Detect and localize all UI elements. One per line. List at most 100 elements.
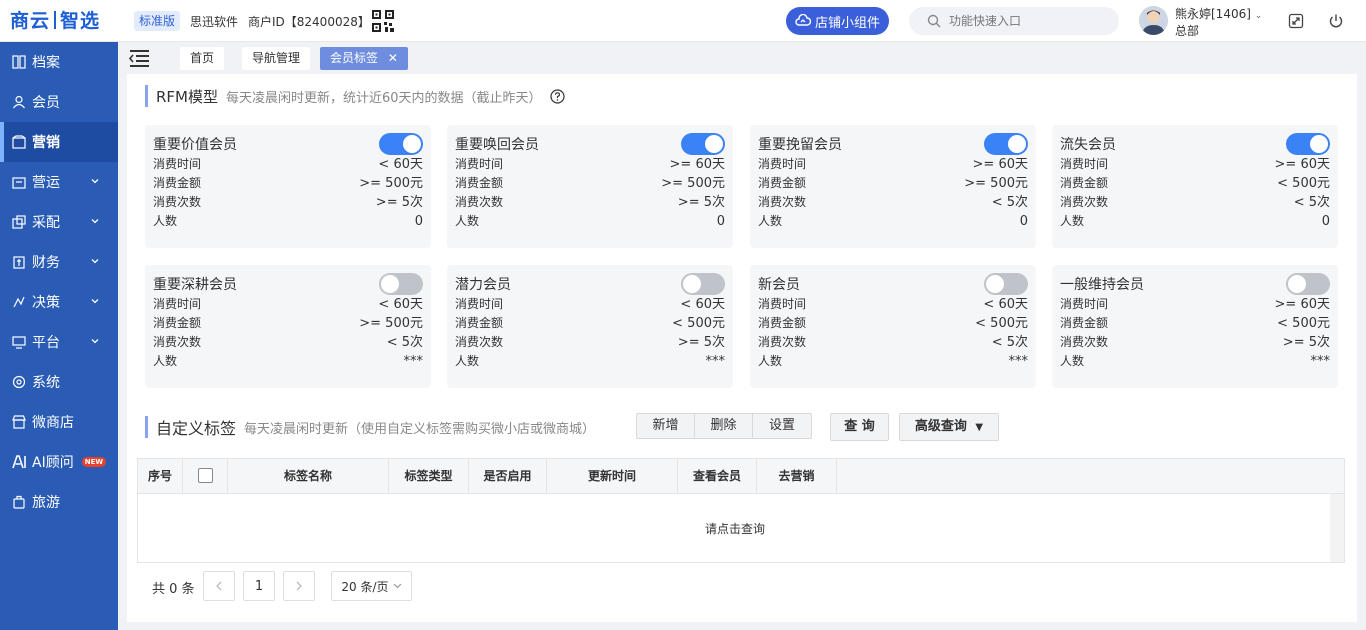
- sidebar-item-purchase[interactable]: 采配: [0, 202, 118, 242]
- query-button[interactable]: 查 询: [830, 413, 889, 441]
- caret-down-icon: ▼: [975, 422, 984, 433]
- sidebar-item-label: 平台: [32, 335, 60, 351]
- card-row: 消费时间 >= 60天: [455, 155, 725, 174]
- page-size-select[interactable]: 20 条/页: [331, 571, 412, 601]
- col-tag-name[interactable]: 标签名称: [228, 459, 389, 493]
- enable-toggle[interactable]: [1286, 133, 1330, 155]
- sidebar-item-label: 营运: [32, 175, 60, 191]
- add-button[interactable]: 新增: [637, 414, 695, 438]
- delete-button[interactable]: 删除: [695, 414, 753, 438]
- logo[interactable]: 商云 智选: [10, 8, 100, 34]
- user-name[interactable]: 熊永婷[1406] ⌄: [1175, 5, 1262, 22]
- card-row: 人数 ***: [1060, 352, 1330, 371]
- shop-widget-button[interactable]: 店铺小组件: [786, 7, 889, 35]
- row-label: 消费金额: [1060, 316, 1109, 330]
- card-row: 消费金额 < 500元: [1060, 314, 1330, 333]
- sidebar-item-member[interactable]: 会员: [0, 82, 118, 122]
- menu-collapse-icon[interactable]: [128, 49, 150, 67]
- sidebar-item-marketing[interactable]: 营销: [0, 122, 118, 162]
- sidebar-item-label: 档案: [32, 55, 60, 71]
- rfm-card: 潜力会员 消费时间 < 60天 消费金额 < 500元 消费次数 >= 5次 人数 **…: [447, 265, 733, 388]
- col-index: 序号: [138, 459, 183, 493]
- search-icon: [927, 14, 941, 28]
- row-label: 消费时间: [1060, 157, 1109, 171]
- row-value: < 5次: [991, 335, 1028, 350]
- sidebar-item-ai[interactable]: AI顾问 NEW: [0, 442, 118, 482]
- prev-page-button[interactable]: [203, 571, 235, 601]
- rfm-card: 重要价值会员 消费时间 < 60天 消费金额 >= 500元 消费次数 >= 5次 人…: [145, 125, 431, 248]
- fullscreen-icon[interactable]: [1288, 13, 1304, 29]
- section-accent-bar: [145, 85, 148, 107]
- row-label: 消费金额: [758, 316, 807, 330]
- sidebar-item-label: 决策: [32, 295, 60, 311]
- avatar-image: [1139, 6, 1168, 35]
- card-row: 消费次数 < 5次: [758, 193, 1028, 212]
- enable-toggle[interactable]: [379, 133, 423, 155]
- total-count: 共 0 条: [152, 578, 195, 597]
- row-value: >= 500元: [359, 176, 423, 191]
- power-icon[interactable]: [1328, 13, 1344, 29]
- qr-code-icon[interactable]: [372, 10, 394, 32]
- settings-button[interactable]: 设置: [753, 414, 811, 438]
- enable-toggle[interactable]: [984, 273, 1028, 295]
- vertical-scrollbar[interactable]: [1330, 494, 1344, 562]
- avatar[interactable]: [1139, 6, 1168, 35]
- logo-right: 智选: [60, 10, 101, 32]
- close-icon[interactable]: ✕: [388, 51, 398, 65]
- enable-toggle[interactable]: [1286, 273, 1330, 295]
- sidebar-item-travel[interactable]: 旅游: [0, 482, 118, 522]
- card-row: 消费次数 >= 5次: [1060, 333, 1330, 352]
- row-label: 消费时间: [153, 157, 202, 171]
- quick-search[interactable]: [909, 7, 1119, 35]
- advanced-query-button[interactable]: 高级查询 ▼: [899, 413, 999, 441]
- sidebar-item-platform[interactable]: 平台: [0, 322, 118, 362]
- sidebar-item-shop[interactable]: 微商店: [0, 402, 118, 442]
- chevron-down-icon: [91, 259, 99, 264]
- tab-home[interactable]: 首页: [180, 47, 225, 70]
- enable-toggle[interactable]: [681, 133, 725, 155]
- enable-toggle[interactable]: [681, 273, 725, 295]
- rfm-description: 每天凌晨闲时更新，统计近60天内的数据（截止昨天）: [226, 90, 542, 106]
- sidebar-item-operation[interactable]: 营运: [0, 162, 118, 202]
- sidebar-item-label: AI顾问: [32, 455, 74, 471]
- finance-icon: [13, 256, 25, 269]
- row-label: 消费次数: [758, 195, 807, 209]
- sidebar-item-archive[interactable]: 档案: [0, 42, 118, 82]
- shop-icon: [12, 415, 26, 429]
- row-label: 消费次数: [1060, 195, 1109, 209]
- col-tag-type[interactable]: 标签类型: [389, 459, 469, 493]
- card-row: 人数 0: [153, 212, 423, 231]
- card-row: 消费时间 >= 60天: [1060, 155, 1330, 174]
- row-value: < 5次: [991, 195, 1028, 210]
- enable-toggle[interactable]: [379, 273, 423, 295]
- sidebar-item-finance[interactable]: 财务: [0, 242, 118, 282]
- next-page-button[interactable]: [283, 571, 315, 601]
- card-row: 人数 0: [758, 212, 1028, 231]
- col-enabled[interactable]: 是否启用: [469, 459, 547, 493]
- sidebar-item-label: 旅游: [32, 495, 60, 511]
- tab-member-tags[interactable]: 会员标签 ✕: [320, 47, 408, 70]
- search-input[interactable]: [949, 14, 1099, 28]
- row-label: 消费金额: [1060, 176, 1109, 190]
- sidebar-item-system[interactable]: 系统: [0, 362, 118, 402]
- row-value: 0: [414, 214, 423, 229]
- row-value: < 60天: [983, 297, 1028, 312]
- travel-icon: [13, 495, 25, 509]
- enable-toggle[interactable]: [984, 133, 1028, 155]
- row-value: < 5次: [1293, 195, 1330, 210]
- tab-navigation[interactable]: 导航管理: [242, 47, 311, 70]
- page-number[interactable]: 1: [243, 571, 275, 601]
- archive-icon: [12, 55, 26, 69]
- row-label: 消费次数: [758, 335, 807, 349]
- sidebar-item-decision[interactable]: 决策: [0, 282, 118, 322]
- row-value: ***: [403, 354, 424, 369]
- rfm-card: 重要深耕会员 消费时间 < 60天 消费金额 >= 500元 消费次数 < 5次 人数…: [145, 265, 431, 388]
- tag-action-buttons: 新增 删除 设置: [636, 413, 812, 439]
- col-updated[interactable]: 更新时间: [547, 459, 678, 493]
- row-value: < 60天: [680, 297, 725, 312]
- select-all-checkbox[interactable]: [197, 468, 213, 483]
- rfm-card: 流失会员 消费时间 >= 60天 消费金额 < 500元 消费次数 < 5次 人数 0: [1052, 125, 1338, 248]
- help-icon[interactable]: [549, 88, 565, 104]
- marketing-icon: [12, 135, 26, 149]
- empty-state[interactable]: 请点击查询: [138, 494, 1332, 562]
